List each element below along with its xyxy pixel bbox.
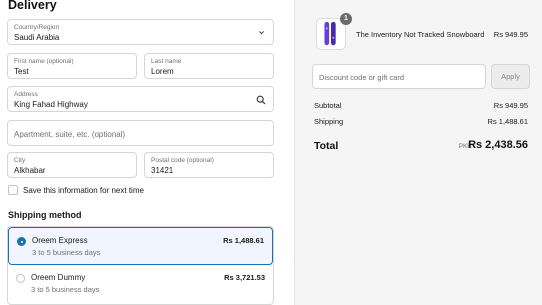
apartment-placeholder: Apartment, suite, etc. (optional)	[14, 130, 126, 139]
city-value: Alkhabar	[14, 166, 46, 175]
discount-placeholder: Discount code or gift card	[319, 73, 405, 82]
shipping-label: Shipping	[314, 117, 344, 126]
shipping-method-title: Shipping method	[8, 210, 82, 220]
apply-button[interactable]: Apply	[491, 64, 530, 89]
country-value: Saudi Arabia	[14, 33, 60, 42]
shipping-option-name: Oreem Dummy	[31, 273, 86, 282]
shipping-value: Rs 1,488.61	[487, 117, 528, 126]
last-name-field[interactable]: Last name Lorem	[144, 53, 274, 79]
country-select[interactable]: Country/Region Saudi Arabia	[7, 19, 274, 45]
snowboard-image-icon	[324, 21, 336, 46]
save-info-label: Save this information for next time	[23, 186, 144, 195]
product-price: Rs 949.95	[493, 30, 528, 39]
quantity-badge: 1	[340, 13, 352, 25]
search-icon[interactable]	[256, 95, 266, 105]
delivery-heading: Delivery	[8, 0, 57, 12]
last-name-value: Lorem	[151, 67, 174, 76]
radio-unselected[interactable]	[16, 274, 25, 283]
address-label: Address	[14, 91, 38, 98]
city-field[interactable]: City Alkhabar	[7, 152, 137, 178]
radio-selected[interactable]	[17, 237, 26, 246]
shipping-option-dummy[interactable]: Oreem Dummy 3 to 5 business days Rs 3,72…	[8, 265, 273, 303]
shipping-option-name: Oreem Express	[32, 236, 88, 245]
subtotal-value: Rs 949.95	[493, 101, 528, 110]
total-label: Total	[314, 140, 339, 152]
first-name-field[interactable]: First name (optional) Test	[7, 53, 137, 79]
save-info-checkbox[interactable]	[8, 185, 18, 195]
total-value: Rs 2,438.56	[468, 139, 528, 151]
city-label: City	[14, 157, 26, 164]
postal-code-value: 31421	[151, 166, 174, 175]
subtotal-label: Subtotal	[314, 101, 342, 110]
postal-code-label: Postal code (optional)	[151, 157, 214, 164]
chevron-down-icon	[259, 31, 264, 35]
first-name-value: Test	[14, 67, 29, 76]
country-label: Country/Region	[14, 24, 60, 31]
shipping-option-subtitle: 3 to 5 business days	[31, 285, 100, 294]
address-field[interactable]: Address King Fahad Highway	[7, 86, 274, 112]
last-name-label: Last name	[151, 58, 182, 65]
shipping-options: Oreem Express 3 to 5 business days Rs 1,…	[7, 226, 274, 305]
product-name: The Inventory Not Tracked Snowboard	[356, 30, 485, 39]
shipping-option-price: Rs 1,488.61	[223, 236, 264, 245]
shipping-option-subtitle: 3 to 5 business days	[32, 248, 101, 257]
postal-code-field[interactable]: Postal code (optional) 31421	[144, 152, 274, 178]
shipping-option-express[interactable]: Oreem Express 3 to 5 business days Rs 1,…	[8, 227, 273, 265]
address-value: King Fahad Highway	[14, 100, 88, 109]
apartment-field[interactable]: Apartment, suite, etc. (optional)	[7, 120, 274, 146]
shipping-option-price: Rs 3,721.53	[224, 273, 265, 282]
discount-code-input[interactable]: Discount code or gift card	[312, 64, 486, 89]
first-name-label: First name (optional)	[14, 58, 74, 65]
